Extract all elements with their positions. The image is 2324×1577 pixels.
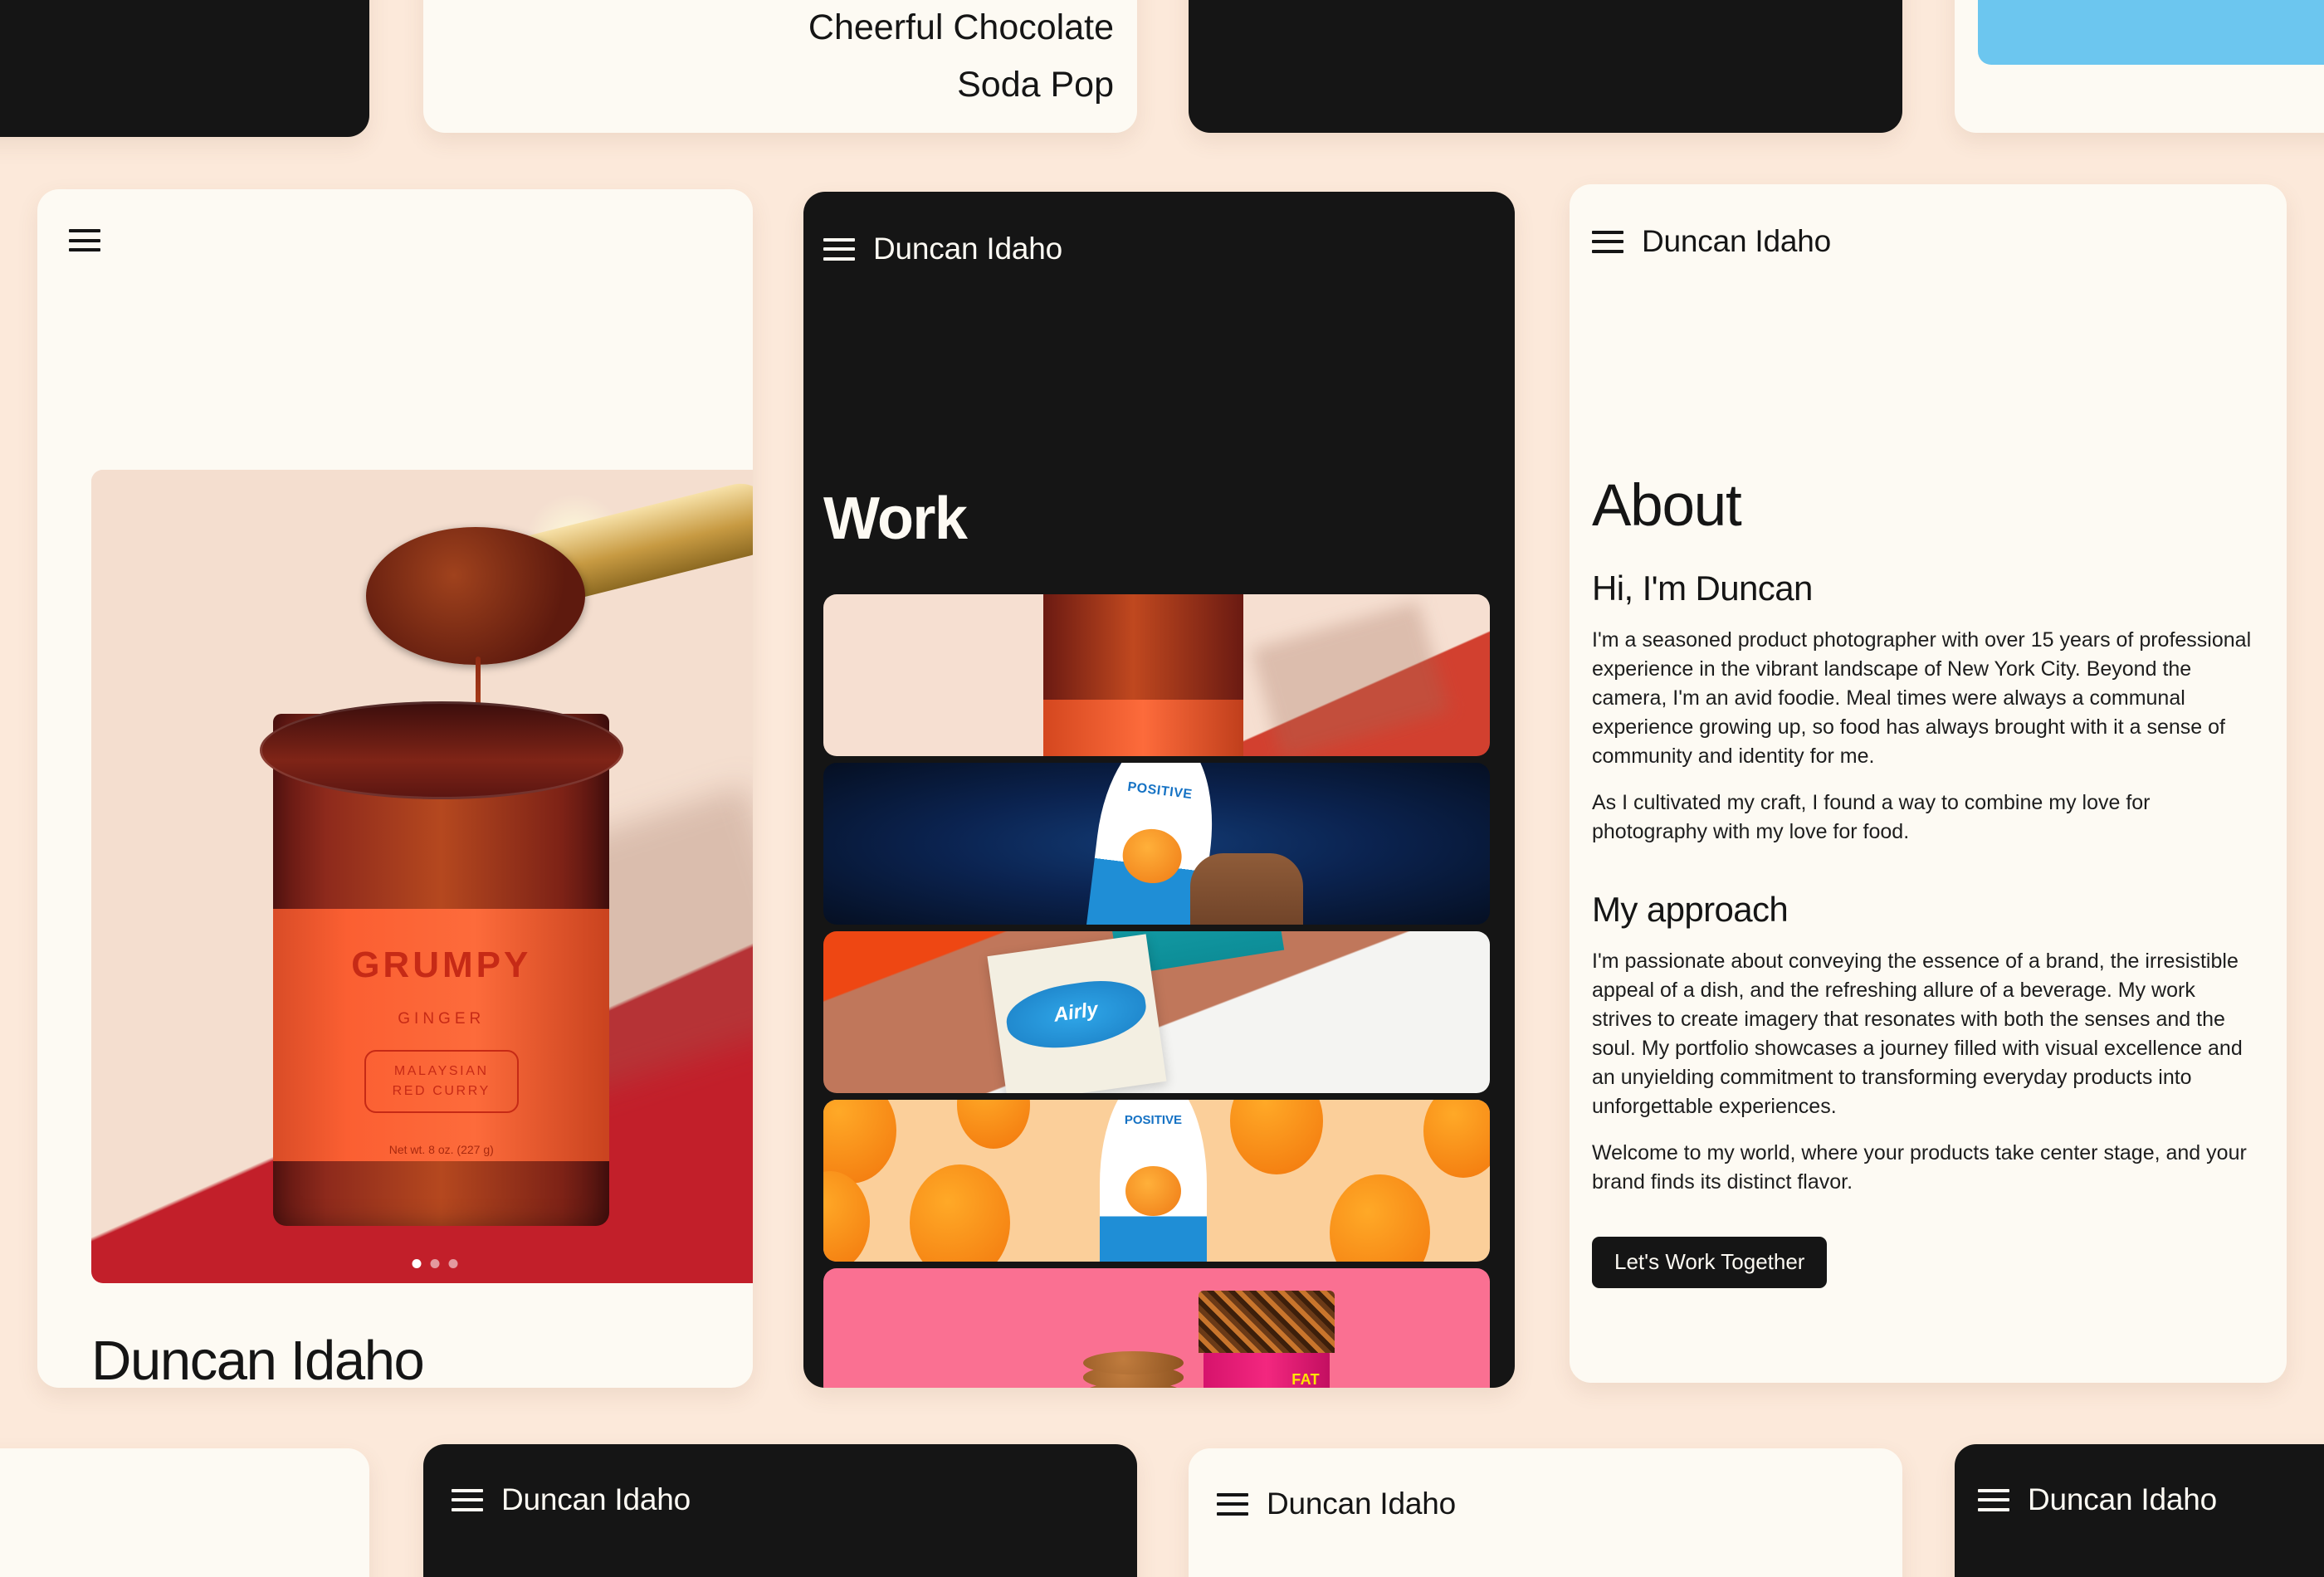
bottom-card-dark-1[interactable]: Duncan Idaho: [423, 1444, 1137, 1577]
work-card-header: Duncan Idaho: [803, 192, 1515, 266]
ginger-beer-image: GINGERBEER CO: [1978, 0, 2324, 65]
work-thumb-airly-crackers[interactable]: Airly: [823, 931, 1490, 1093]
carousel-dot-1[interactable]: [412, 1259, 421, 1268]
hamburger-menu-icon[interactable]: [823, 237, 855, 261]
label-brand-text: GRUMPY: [351, 944, 532, 985]
work-thumbnail-list: POSITIVE Airly POSITIVE FAT: [823, 594, 1490, 1388]
top-card-line-2: Soda Pop: [957, 65, 1114, 105]
work-thumb-positive-beverage-oranges[interactable]: POSITIVE: [823, 1100, 1490, 1262]
about-card-header: Duncan Idaho: [1570, 184, 2287, 259]
top-card-ginger-beer[interactable]: GINGERBEER CO: [1955, 0, 2324, 133]
jar-rim-shape: [259, 701, 623, 799]
label-variant-box: MALAYSIAN RED CURRY: [364, 1050, 519, 1114]
hamburger-menu-icon[interactable]: [1217, 1492, 1248, 1516]
top-card-dark-2[interactable]: [1189, 0, 1902, 133]
brand-label: Duncan Idaho: [1642, 224, 1832, 258]
about-heading-hi: Hi, I'm Duncan: [1592, 569, 1813, 608]
home-card[interactable]: GRUMPY GINGER MALAYSIAN RED CURRY Net wt…: [37, 189, 753, 1388]
hamburger-menu-icon[interactable]: [452, 1488, 483, 1511]
brand-label: Duncan Idaho: [1267, 1487, 1457, 1521]
top-card-dark-1[interactable]: [0, 0, 369, 137]
grumpy-ginger-jar-image: GRUMPY GINGER MALAYSIAN RED CURRY Net wt…: [91, 470, 753, 1283]
label-variant-line-1: MALAYSIAN: [393, 1064, 489, 1079]
screenshot-stage: Cheerful Chocolate Soda Pop GINGERBEER C…: [0, 0, 2324, 1577]
bottom-card-header: Duncan Idaho: [1955, 1444, 2324, 1517]
brand-label: Duncan Idaho: [2028, 1482, 2218, 1516]
work-thumb-grumpy-ginger-jar[interactable]: [823, 594, 1490, 756]
hamburger-menu-icon[interactable]: [1978, 1488, 2009, 1511]
bottom-card-dark-2[interactable]: Duncan Idaho: [1955, 1444, 2324, 1577]
brand-label: Duncan Idaho: [873, 232, 1063, 266]
bottom-card-blank[interactable]: [0, 1448, 369, 1577]
home-card-header: [37, 189, 753, 251]
about-paragraph-3: I'm passionate about conveying the essen…: [1592, 950, 2243, 1118]
home-hero-carousel[interactable]: GRUMPY GINGER MALAYSIAN RED CURRY Net wt…: [91, 470, 753, 1283]
label-sub-text: GINGER: [398, 1009, 486, 1028]
lets-work-together-button[interactable]: Let's Work Together: [1592, 1237, 1828, 1288]
about-paragraph-1: I'm a seasoned product photographer with…: [1592, 628, 2252, 768]
brand-label: Duncan Idaho: [501, 1482, 691, 1516]
about-card[interactable]: Duncan Idaho About Hi, I'm Duncan I'm a …: [1570, 184, 2287, 1383]
top-card-text-lines: Cheerful Chocolate Soda Pop: [808, 0, 1114, 115]
carousel-dot-3[interactable]: [448, 1259, 457, 1268]
work-page-title: Work: [823, 486, 968, 552]
bottom-card-header: Duncan Idaho: [423, 1444, 1137, 1517]
about-paragraph-2: As I cultivated my craft, I found a way …: [1592, 791, 2151, 843]
about-heading-approach: My approach: [1592, 890, 1789, 929]
about-content: About Hi, I'm Duncan I'm a seasoned prod…: [1592, 476, 2262, 1288]
top-card-text-list[interactable]: Cheerful Chocolate Soda Pop: [423, 0, 1137, 133]
home-body: Duncan Idaho is a NYC-based independent …: [91, 1330, 728, 1388]
about-page-title: About: [1592, 473, 1742, 539]
carousel-dot-2[interactable]: [430, 1259, 439, 1268]
about-paragraph-4: Welcome to my world, where your products…: [1592, 1141, 2247, 1194]
page-title: Duncan Idaho: [91, 1330, 425, 1388]
hamburger-menu-icon[interactable]: [1592, 230, 1623, 253]
label-variant-line-2: RED CURRY: [392, 1084, 491, 1099]
bottom-card-light-1[interactable]: Duncan Idaho: [1189, 1448, 1902, 1577]
curry-scoop-shape: [365, 526, 586, 666]
label-net-weight: Net wt. 8 oz. (227 g): [388, 1142, 494, 1156]
bottom-card-header: Duncan Idaho: [1189, 1448, 1902, 1521]
work-card[interactable]: Duncan Idaho Work POSITIVE Airly POSITIV…: [803, 192, 1515, 1388]
jar-label: GRUMPY GINGER MALAYSIAN RED CURRY Net wt…: [273, 909, 610, 1161]
carousel-dots[interactable]: [412, 1259, 457, 1268]
hamburger-menu-icon[interactable]: [69, 229, 100, 251]
work-thumb-delux-cookies[interactable]: FAT: [823, 1268, 1490, 1388]
ginger-beer-bottle: GINGERBEER CO: [2317, 0, 2324, 65]
work-thumb-positive-beverage-hand[interactable]: POSITIVE: [823, 763, 1490, 925]
top-card-line-1: Cheerful Chocolate: [808, 7, 1114, 47]
